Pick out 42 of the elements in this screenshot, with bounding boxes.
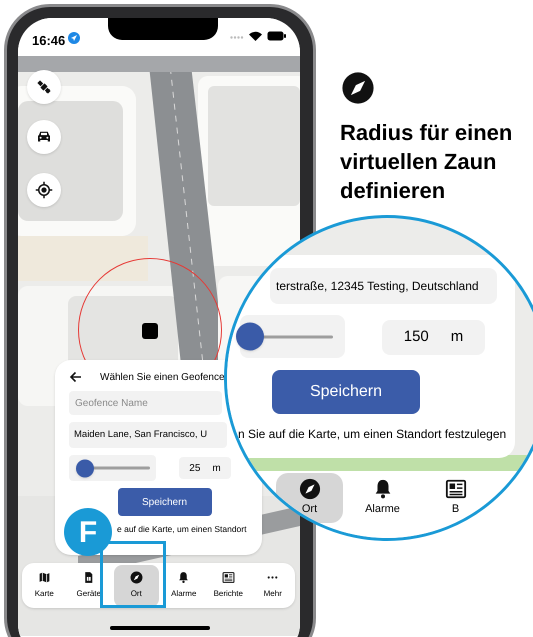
signal-icon [230,36,244,39]
locate-icon [35,181,53,199]
location-icon [68,32,80,44]
save-button[interactable]: Speichern [272,370,420,414]
map-icon [38,571,51,584]
radius-unit: m [212,462,221,476]
radius-value: 25 [189,462,200,476]
slider-thumb[interactable] [76,459,94,477]
tab[interactable]: Geräte [66,564,111,606]
tab[interactable]: Mehr [250,564,295,606]
status-time: 16:46 [32,32,66,50]
radius-field[interactable]: 25 m [179,457,231,479]
wifi-icon [249,31,262,41]
tab[interactable]: Berichte [206,564,250,606]
newspaper-icon [444,478,466,500]
geofence-name-field[interactable]: Geofence Name [69,391,222,415]
battery-icon [267,31,286,41]
location-marker[interactable] [142,323,158,339]
radius-field[interactable]: 150 m [382,320,485,355]
panel-title: Wählen Sie einen Geofence [100,370,225,384]
compass-icon [298,478,320,500]
satellite-icon [35,78,53,96]
feature-heading: Radius für einen virtuellen Zaun definieren [340,119,514,205]
tab[interactable]: Alarme [349,473,416,523]
address-field[interactable]: Maiden Lane, San Francisco, U [69,422,227,448]
radius-value: 150 [404,327,429,348]
newspaper-icon [222,571,235,584]
hint-text: n Sie auf die Karte, um einen Standort festzulegen [238,426,506,443]
tab[interactable]: Alarme [162,564,206,606]
radius-unit: m [450,327,464,348]
back-arrow-icon[interactable] [69,371,82,383]
slider-thumb[interactable] [236,322,264,350]
address-field[interactable]: terstraße, 12345 Testing, Deutschland [270,268,497,304]
tab[interactable]: B [422,473,489,523]
tab[interactable]: Karte [22,564,66,606]
hint-text: e auf die Karte, um einen Standort [117,523,246,535]
compass-icon [341,71,375,105]
save-button[interactable]: Speichern [118,488,212,516]
tab[interactable]: Ort [114,564,158,606]
radius-slider[interactable] [69,455,156,481]
compass-icon [130,571,143,584]
bell-icon [177,571,190,584]
